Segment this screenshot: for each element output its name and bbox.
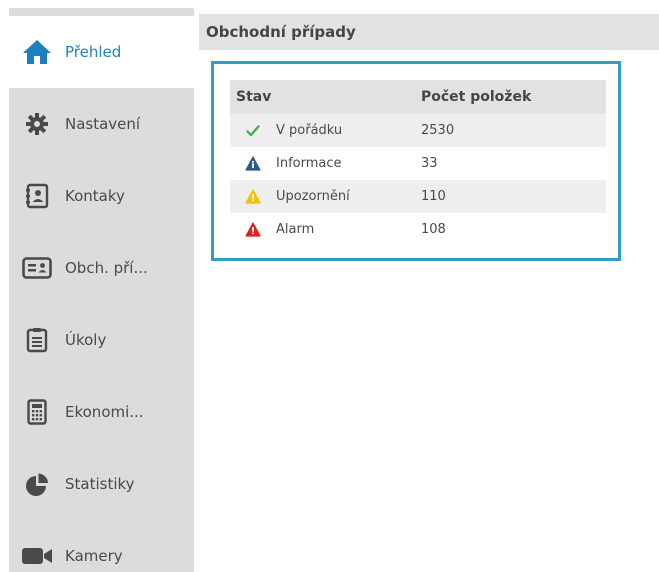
contact-card-icon [9,183,65,209]
sidebar-item-label: Přehled [65,43,122,61]
sidebar-item-label: Úkoly [65,331,107,349]
clipboard-icon [9,327,65,353]
sidebar-item-label: Kamery [65,547,123,565]
sidebar-item-ukoly[interactable]: Úkoly [9,304,194,376]
table-row[interactable]: V pořádku 2530 [230,114,606,147]
id-card-icon [9,257,65,279]
alarm-triangle-icon [230,222,276,237]
sidebar-item-label: Statistiky [65,475,135,493]
camera-icon [9,545,65,567]
sidebar-item-nastaveni[interactable]: Nastavení [9,88,194,160]
table-row[interactable]: Informace 33 [230,147,606,180]
status-table: Stav Počet položek V pořádku 2530 Inform… [230,80,606,246]
info-triangle-icon [230,156,276,171]
count-value: 108 [421,222,446,237]
warning-triangle-icon [230,189,276,204]
sidebar-item-statistiky[interactable]: Statistiky [9,448,194,520]
app: Přehled Nastavení Kontaky Obch. pří... Ú… [0,0,659,572]
gear-icon [9,112,65,136]
count-value: 110 [421,189,446,204]
sidebar-item-obch-pripady[interactable]: Obch. pří... [9,232,194,304]
table-row[interactable]: Upozornění 110 [230,180,606,213]
status-label: Upozornění [276,189,350,204]
sidebar-item-label: Obch. pří... [65,259,148,277]
status-label: Informace [276,156,342,171]
calculator-icon [9,399,65,425]
sidebar-item-label: Kontaky [65,187,125,205]
column-header-status: Stav [236,89,272,105]
count-value: 33 [421,156,438,171]
page-title: Obchodní případy [199,14,659,50]
sidebar: Přehled Nastavení Kontaky Obch. pří... Ú… [9,8,194,572]
sidebar-item-label: Nastavení [65,115,141,133]
home-icon [9,38,65,66]
pie-chart-icon [9,471,65,497]
status-label: V pořádku [276,123,343,138]
status-summary-card: Stav Počet položek V pořádku 2530 Inform… [211,61,621,261]
sidebar-item-kamery[interactable]: Kamery [9,520,194,572]
status-label: Alarm [276,222,315,237]
count-value: 2530 [421,123,455,138]
column-header-count: Počet položek [421,89,532,105]
sidebar-item-label: Ekonomi... [65,403,144,421]
table-header: Stav Počet položek [230,80,606,114]
sidebar-item-kontaky[interactable]: Kontaky [9,160,194,232]
sidebar-item-prehled[interactable]: Přehled [9,16,194,88]
check-icon [230,124,276,137]
sidebar-item-ekonomika[interactable]: Ekonomi... [9,376,194,448]
table-row[interactable]: Alarm 108 [230,213,606,246]
